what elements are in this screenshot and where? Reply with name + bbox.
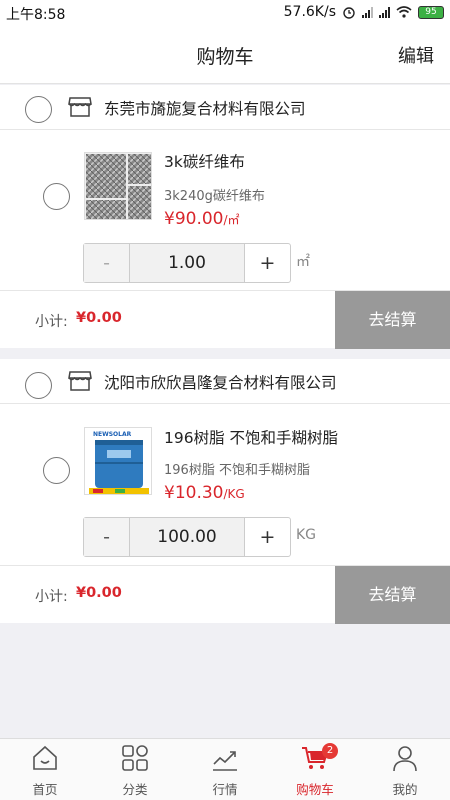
home-icon	[33, 745, 57, 770]
tab-home[interactable]: 首页	[0, 739, 90, 800]
product-title[interactable]: 3k碳纤维布	[164, 150, 245, 172]
shop-select-radio[interactable]	[25, 96, 52, 123]
quantity-input[interactable]: 100.00	[130, 518, 244, 556]
shop-name[interactable]: 东莞市旖旎复合材料有限公司	[104, 97, 306, 119]
network-speed: 57.6K/s	[283, 4, 336, 20]
product-price: ¥90.00/㎡	[164, 209, 240, 229]
tab-label: 我的	[392, 782, 418, 797]
subtotal-row: 小计: ¥0.00 去结算	[0, 290, 450, 349]
app-header: 购物车 编辑	[0, 26, 450, 84]
signal-2-icon	[379, 6, 390, 18]
tab-market[interactable]: 行情	[180, 739, 270, 800]
carbon-fiber-image	[86, 154, 151, 219]
checkout-button[interactable]: 去结算	[335, 566, 450, 624]
drum-brand-text: NEWSOLAR	[93, 431, 132, 438]
product-spec: 196树脂 不饱和手糊树脂	[164, 463, 310, 478]
tab-label: 首页	[32, 782, 58, 797]
resin-drum-image: NEWSOLAR	[85, 428, 151, 494]
tab-label: 分类	[122, 782, 148, 797]
decrease-button[interactable]: -	[84, 518, 130, 556]
edit-button[interactable]: 编辑	[398, 42, 434, 68]
signal-1-icon	[362, 6, 373, 18]
tab-label: 购物车	[296, 782, 334, 797]
increase-button[interactable]: +	[244, 244, 290, 282]
product-price: ¥10.30/KG	[164, 483, 245, 503]
subtotal-label: 小计:	[35, 314, 68, 330]
shop-header: 东莞市旖旎复合材料有限公司	[0, 85, 450, 130]
quantity-stepper: - 1.00 +	[83, 243, 291, 283]
price-value: ¥10.30	[164, 483, 224, 503]
tab-label: 行情	[212, 782, 238, 797]
product-title[interactable]: 196树脂 不饱和手糊树脂	[164, 426, 338, 448]
tab-cart[interactable]: 2 购物车	[270, 739, 360, 800]
store-icon	[68, 97, 92, 117]
status-time: 上午8:58	[6, 7, 66, 23]
shop-select-radio[interactable]	[25, 372, 52, 399]
increase-button[interactable]: +	[244, 518, 290, 556]
tab-category[interactable]: 分类	[90, 739, 180, 800]
quantity-unit: KG	[296, 527, 317, 543]
alarm-icon	[343, 7, 355, 19]
battery-icon: 95	[418, 5, 444, 19]
subtotal-value: ¥0.00	[76, 310, 122, 326]
tab-profile[interactable]: 我的	[360, 739, 450, 800]
product-image[interactable]: NEWSOLAR	[84, 427, 152, 495]
quantity-stepper: - 100.00 +	[83, 517, 291, 557]
category-icon	[122, 745, 148, 771]
quantity-unit: ㎡	[296, 254, 310, 270]
subtotal-row: 小计: ¥0.00 去结算	[0, 565, 450, 624]
wifi-icon	[396, 6, 412, 18]
status-icons: 57.6K/s 95	[284, 4, 444, 20]
store-icon	[68, 371, 92, 391]
product-select-radio[interactable]	[43, 183, 70, 210]
shop-name[interactable]: 沈阳市欣欣昌隆复合材料有限公司	[104, 371, 337, 393]
price-value: ¥90.00	[164, 209, 224, 229]
page-title: 购物车	[196, 46, 254, 68]
profile-icon	[393, 746, 417, 772]
subtotal-label: 小计:	[35, 589, 68, 605]
product-select-radio[interactable]	[43, 457, 70, 484]
product-spec: 3k240g碳纤维布	[164, 189, 265, 204]
checkout-button[interactable]: 去结算	[335, 291, 450, 349]
subtotal-value: ¥0.00	[76, 585, 122, 601]
shop-header: 沈阳市欣欣昌隆复合材料有限公司	[0, 359, 450, 404]
cart-badge: 2	[322, 743, 338, 759]
product-image[interactable]	[84, 152, 152, 220]
decrease-button[interactable]: -	[84, 244, 130, 282]
quantity-input[interactable]: 1.00	[130, 244, 244, 282]
bottom-tab-bar: 首页 分类 行情 2 购物车 我的	[0, 738, 450, 800]
price-unit: /㎡	[223, 213, 240, 227]
status-bar: 上午8:58 57.6K/s 95	[0, 0, 450, 26]
price-unit: /KG	[223, 487, 245, 501]
shop-card: 沈阳市欣欣昌隆复合材料有限公司 NEWSOLAR 196树脂 不饱和手糊树脂 1…	[0, 359, 450, 624]
shop-card: 东莞市旖旎复合材料有限公司 3k碳纤维布 3k240g碳纤维布 ¥90.00/㎡…	[0, 85, 450, 349]
market-trend-icon	[213, 751, 237, 771]
